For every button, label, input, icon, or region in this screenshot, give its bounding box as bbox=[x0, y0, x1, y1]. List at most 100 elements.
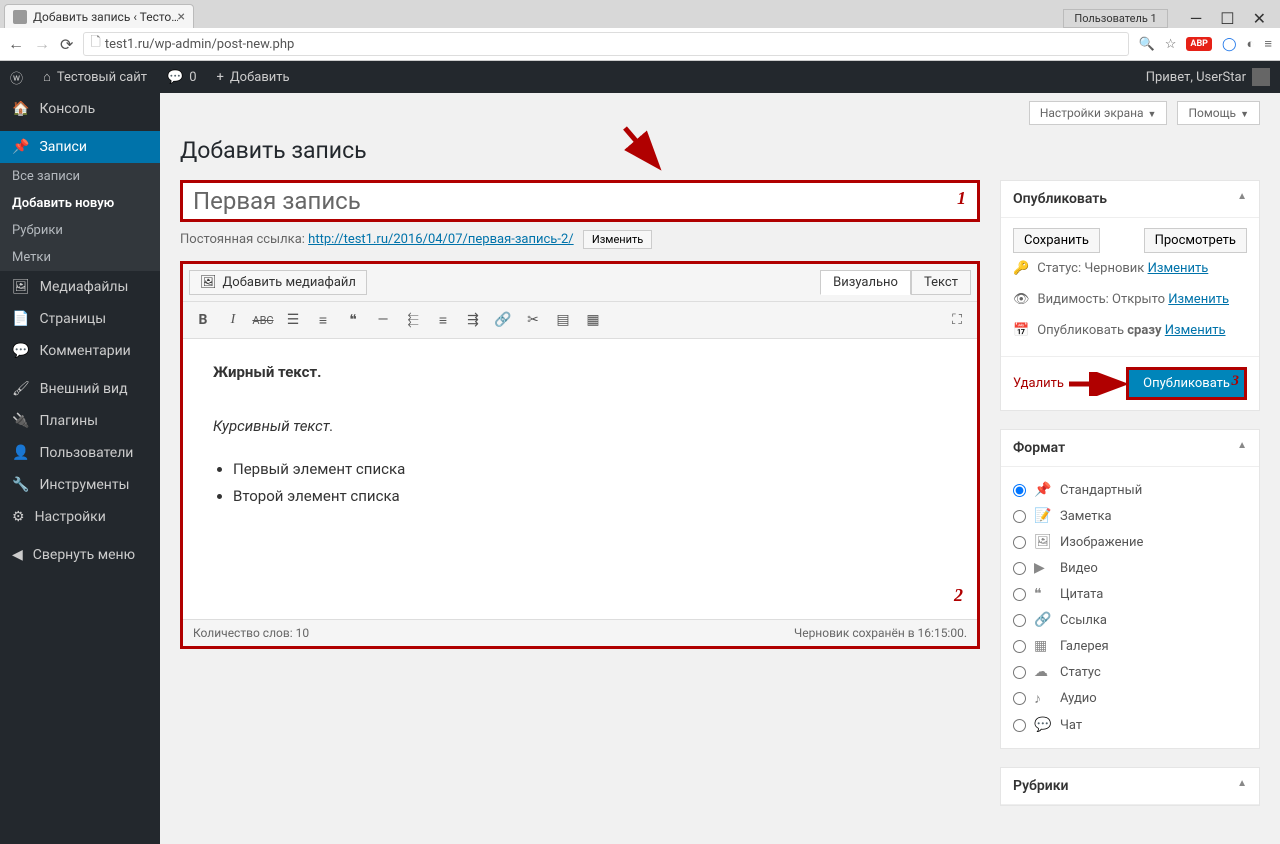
menu-appearance[interactable]: 🖌Внешний вид bbox=[0, 373, 160, 405]
help-button[interactable]: Помощь▼ bbox=[1177, 101, 1260, 125]
submenu-categories[interactable]: Рубрики bbox=[0, 217, 160, 244]
user-greeting[interactable]: Привет, UserStar bbox=[1136, 68, 1280, 86]
profile-icon[interactable]: ◐ bbox=[1247, 36, 1255, 52]
toggle-icon[interactable]: ▲ bbox=[1237, 440, 1247, 456]
browser-tab[interactable]: Добавить запись ‹ Тесто… × bbox=[4, 4, 194, 28]
bullet-list-button[interactable]: ☰ bbox=[279, 306, 307, 334]
preview-button[interactable]: Просмотреть bbox=[1144, 228, 1247, 253]
toolbar-toggle-button[interactable]: ▦ bbox=[579, 306, 607, 334]
edit-schedule-link[interactable]: Изменить bbox=[1165, 323, 1226, 338]
publish-header[interactable]: Опубликовать▲ bbox=[1001, 181, 1259, 218]
menu-media[interactable]: 🖼Медиафайлы bbox=[0, 271, 160, 303]
align-right-button[interactable]: ⇶ bbox=[459, 306, 487, 334]
close-icon[interactable]: × bbox=[178, 9, 185, 25]
permalink-link[interactable]: http://test1.ru/2016/04/07/первая-запись… bbox=[308, 232, 573, 247]
forward-icon[interactable]: → bbox=[34, 34, 50, 54]
site-link[interactable]: ⌂Тестовый сайт bbox=[33, 61, 157, 93]
chevron-down-icon: ▼ bbox=[1240, 110, 1249, 120]
menu-tools[interactable]: 🔧Инструменты bbox=[0, 469, 160, 501]
format-header[interactable]: Формат▲ bbox=[1001, 430, 1259, 467]
save-draft-button[interactable]: Сохранить bbox=[1013, 228, 1100, 253]
format-aside[interactable]: 📝Заметка bbox=[1013, 503, 1247, 529]
star-icon[interactable]: ☆ bbox=[1165, 37, 1177, 52]
users-icon: 👤 bbox=[12, 445, 29, 461]
bold-button[interactable]: B bbox=[189, 306, 217, 334]
zoom-icon[interactable]: 🔍 bbox=[1139, 37, 1155, 52]
sync-icon[interactable]: ◯ bbox=[1222, 37, 1237, 52]
italic-button[interactable]: I bbox=[219, 306, 247, 334]
back-icon[interactable]: ← bbox=[8, 34, 24, 54]
menu-posts[interactable]: 📌Записи bbox=[0, 131, 160, 163]
format-status[interactable]: ☁Статус bbox=[1013, 659, 1247, 685]
menu-plugins[interactable]: 🔌Плагины bbox=[0, 405, 160, 437]
page-info-icon[interactable]: 🗋 bbox=[90, 33, 100, 55]
link-button[interactable]: 🔗 bbox=[489, 306, 517, 334]
tab-title: Добавить запись ‹ Тесто… bbox=[33, 10, 178, 24]
word-count: Количество слов: 10 bbox=[193, 626, 309, 640]
media-icon: 🖼 bbox=[12, 279, 30, 295]
quote-button[interactable]: ❝ bbox=[339, 306, 367, 334]
number-list-button[interactable]: ≡ bbox=[309, 306, 337, 334]
categories-box: Рубрики▲ bbox=[1000, 767, 1260, 806]
menu-icon[interactable]: ≡ bbox=[1264, 36, 1272, 52]
menu-users[interactable]: 👤Пользователи bbox=[0, 437, 160, 469]
format-quote[interactable]: ❝Цитата bbox=[1013, 581, 1247, 607]
annotation-marker-3: 3 bbox=[1232, 373, 1240, 390]
menu-dashboard[interactable]: 🏠Консоль bbox=[0, 93, 160, 125]
publish-box: Опубликовать▲ Сохранить Просмотреть 🔑Ста… bbox=[1000, 180, 1260, 411]
link-icon: 🔗 bbox=[1034, 612, 1052, 628]
delete-link[interactable]: Удалить bbox=[1013, 376, 1064, 391]
tab-text[interactable]: Текст bbox=[911, 270, 971, 295]
align-left-button[interactable]: ⬱ bbox=[399, 306, 427, 334]
arrow-annotation-2 bbox=[1064, 372, 1126, 396]
submenu-tags[interactable]: Метки bbox=[0, 244, 160, 271]
menu-comments[interactable]: 💬Комментарии bbox=[0, 335, 160, 367]
url-bar[interactable]: 🗋 test1.ru/wp-admin/post-new.php bbox=[83, 32, 1128, 56]
menu-collapse[interactable]: ◀Свернуть меню bbox=[0, 539, 160, 571]
format-video[interactable]: ▶Видео bbox=[1013, 555, 1247, 581]
permalink-edit-button[interactable]: Изменить bbox=[583, 230, 652, 249]
reload-icon[interactable]: ⟳ bbox=[60, 35, 73, 54]
submenu-add-new[interactable]: Добавить новую bbox=[0, 190, 160, 217]
user-badge[interactable]: Пользователь 1 bbox=[1063, 9, 1167, 28]
wp-logo[interactable]: ⓦ bbox=[0, 61, 33, 93]
minimize-icon[interactable]: — bbox=[1190, 9, 1203, 28]
maximize-icon[interactable]: ☐ bbox=[1220, 9, 1234, 28]
content-li-1: Первый элемент списка bbox=[233, 456, 947, 483]
edit-visibility-link[interactable]: Изменить bbox=[1168, 292, 1229, 307]
format-chat[interactable]: 💬Чат bbox=[1013, 712, 1247, 738]
categories-header[interactable]: Рубрики▲ bbox=[1001, 768, 1259, 805]
submenu-all-posts[interactable]: Все записи bbox=[0, 163, 160, 190]
comments-link[interactable]: 💬0 bbox=[157, 61, 207, 93]
hr-button[interactable]: — bbox=[369, 306, 397, 334]
unlink-button[interactable]: ✂ bbox=[519, 306, 547, 334]
format-standard[interactable]: 📌Стандартный bbox=[1013, 477, 1247, 503]
publish-button[interactable]: Опубликовать bbox=[1126, 367, 1247, 400]
abp-icon[interactable]: ABP bbox=[1186, 37, 1212, 51]
menu-pages[interactable]: 📄Страницы bbox=[0, 303, 160, 335]
menu-settings[interactable]: ⚙Настройки bbox=[0, 501, 160, 533]
edit-status-link[interactable]: Изменить bbox=[1148, 261, 1209, 276]
image-icon: 🖼 bbox=[1034, 534, 1052, 550]
calendar-icon: 📅 bbox=[1013, 323, 1029, 338]
editor-body[interactable]: Жирный текст. Курсивный текст. Первый эл… bbox=[183, 339, 977, 619]
add-new-link[interactable]: +Добавить bbox=[207, 61, 300, 93]
toggle-icon[interactable]: ▲ bbox=[1237, 778, 1247, 794]
align-center-button[interactable]: ≡ bbox=[429, 306, 457, 334]
close-window-icon[interactable]: ✕ bbox=[1253, 9, 1266, 28]
toggle-icon[interactable]: ▲ bbox=[1237, 191, 1247, 207]
status-icon: ☁ bbox=[1034, 664, 1052, 680]
fullscreen-button[interactable]: ⛶ bbox=[943, 306, 971, 334]
format-image[interactable]: 🖼Изображение bbox=[1013, 529, 1247, 555]
post-title-input[interactable] bbox=[180, 180, 980, 222]
more-button[interactable]: ▤ bbox=[549, 306, 577, 334]
strike-button[interactable]: ABC bbox=[249, 306, 277, 334]
format-gallery[interactable]: ▦Галерея bbox=[1013, 633, 1247, 659]
format-link[interactable]: 🔗Ссылка bbox=[1013, 607, 1247, 633]
tab-visual[interactable]: Визуально bbox=[820, 270, 911, 295]
tools-icon: 🔧 bbox=[12, 477, 29, 493]
format-audio[interactable]: ♪Аудио bbox=[1013, 685, 1247, 712]
add-media-button[interactable]: 🖼Добавить медиафайл bbox=[189, 270, 367, 295]
screen-options-button[interactable]: Настройки экрана▼ bbox=[1029, 101, 1168, 125]
greeting-text: Привет, UserStar bbox=[1146, 70, 1246, 85]
